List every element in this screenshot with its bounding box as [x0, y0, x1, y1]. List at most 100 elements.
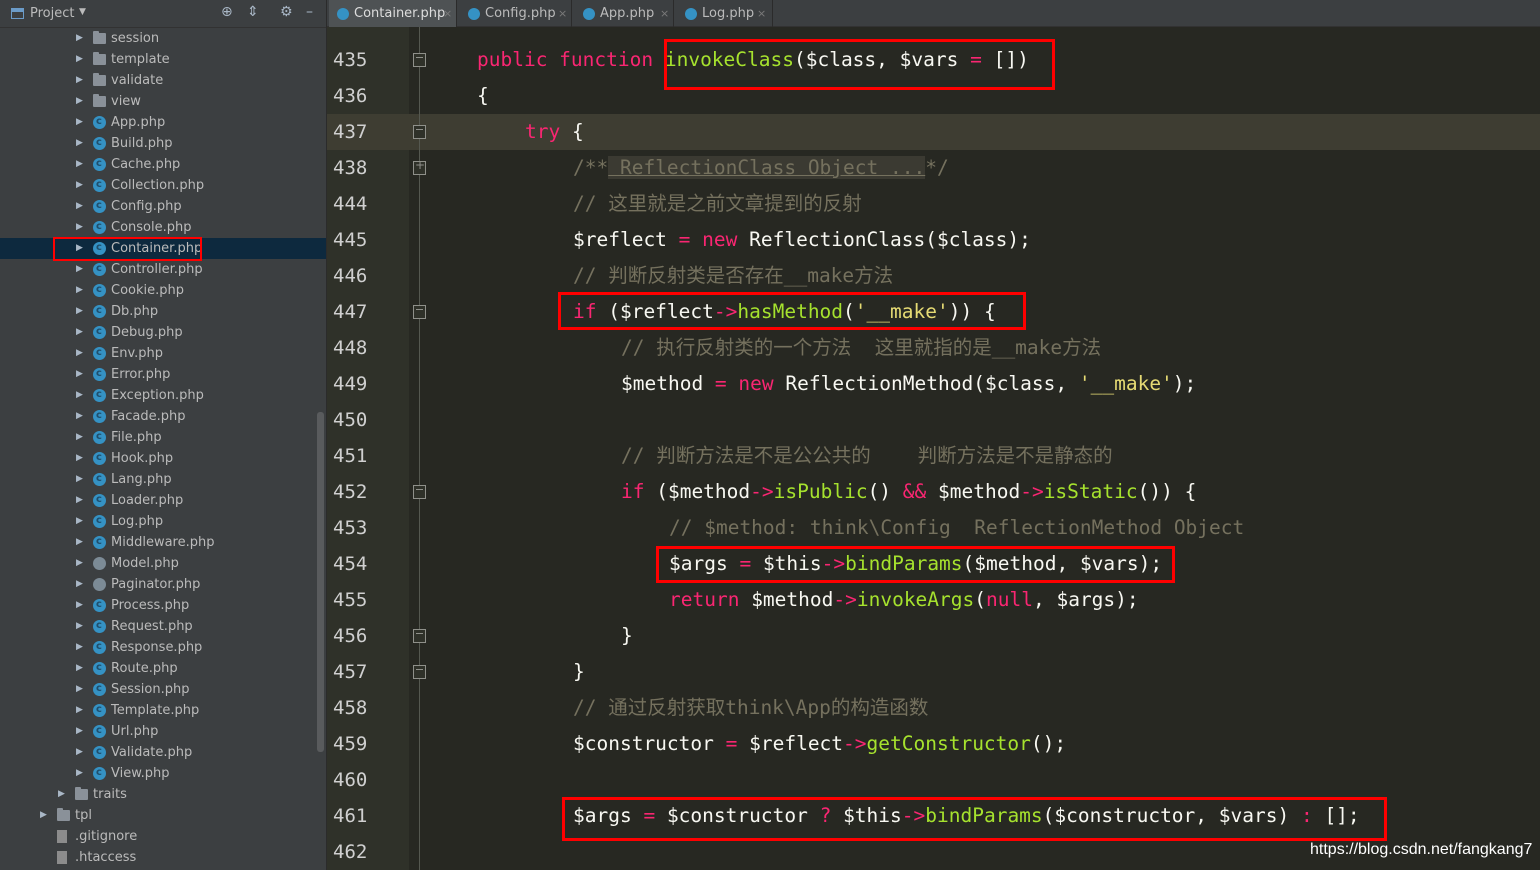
expand-arrow-icon[interactable]: ▶	[40, 805, 47, 826]
expand-arrow-icon[interactable]: ▶	[76, 406, 83, 427]
expand-arrow-icon[interactable]: ▶	[76, 553, 83, 574]
tree-item[interactable]: ▶ Url.php	[0, 720, 326, 742]
expand-arrow-icon[interactable]: ▶	[58, 784, 65, 805]
tree-item[interactable]: ▶ validate	[0, 70, 326, 91]
tree-item[interactable]: ▶ view	[0, 91, 326, 112]
code-line[interactable]: // 这里就是之前文章提到的反射	[573, 186, 862, 222]
expand-arrow-icon[interactable]: ▶	[76, 154, 83, 175]
code-line[interactable]: {	[477, 78, 489, 114]
tree-item[interactable]: ▶ Cookie.php	[0, 279, 326, 301]
close-icon[interactable]: ×	[660, 0, 669, 27]
code-line[interactable]: // 判断反射类是否存在__make方法	[573, 258, 893, 294]
code-line[interactable]: // 执行反射类的一个方法 这里就指的是__make方法	[621, 330, 1101, 366]
tree-item[interactable]: ▶ Console.php	[0, 216, 326, 238]
expand-arrow-icon[interactable]: ▶	[76, 196, 83, 217]
tree-item[interactable]: ▶ tpl	[0, 805, 326, 826]
collapse-fold-icon[interactable]	[413, 305, 426, 319]
tree-item[interactable]: ▶ Collection.php	[0, 174, 326, 196]
tree-item[interactable]: ▶ Paginator.php	[0, 574, 326, 595]
expand-arrow-icon[interactable]: ▶	[76, 490, 83, 511]
expand-arrow-icon[interactable]: ▶	[76, 427, 83, 448]
expand-fold-icon[interactable]	[413, 158, 426, 175]
collapse-fold-icon[interactable]	[413, 485, 426, 499]
expand-arrow-icon[interactable]: ▶	[76, 133, 83, 154]
tree-item[interactable]: ▶ Middleware.php	[0, 531, 326, 553]
close-icon[interactable]: ×	[443, 0, 452, 27]
tab-config-php[interactable]: Config.php ×	[460, 0, 572, 27]
expand-arrow-icon[interactable]: ▶	[76, 364, 83, 385]
tree-item[interactable]: ▶ Config.php	[0, 195, 326, 217]
expand-arrow-icon[interactable]: ▶	[76, 574, 83, 595]
tree-item[interactable]: ▶ Template.php	[0, 699, 326, 721]
code-line[interactable]: return $method->invokeArgs(null, $args);	[669, 582, 1139, 618]
tree-item[interactable]: ▶ Route.php	[0, 657, 326, 679]
tree-item[interactable]: .htaccess	[0, 847, 326, 868]
tree-item[interactable]: ▶ Response.php	[0, 636, 326, 658]
expand-arrow-icon[interactable]: ▶	[76, 679, 83, 700]
tree-item[interactable]: ▶ Process.php	[0, 594, 326, 616]
project-view-selector[interactable]: Project	[30, 6, 74, 21]
tab-container-php[interactable]: Container.php ×	[329, 0, 457, 27]
code-line[interactable]: if ($method->isPublic() && $method->isSt…	[621, 474, 1196, 510]
code-line[interactable]: try {	[525, 114, 584, 150]
collapse-fold-icon[interactable]	[413, 53, 426, 67]
expand-arrow-icon[interactable]: ▶	[76, 301, 83, 322]
tab-log-php[interactable]: Log.php ×	[677, 0, 773, 27]
code-line[interactable]: // 判断方法是不是公公共的 判断方法是不是静态的	[621, 438, 1113, 474]
tree-item[interactable]: ▶ Model.php	[0, 553, 326, 574]
expand-arrow-icon[interactable]: ▶	[76, 532, 83, 553]
collapse-fold-icon[interactable]	[413, 665, 426, 679]
tree-item[interactable]: ▶ View.php	[0, 762, 326, 784]
tree-item[interactable]: ▶ Facade.php	[0, 405, 326, 427]
tree-item[interactable]: ▶ Error.php	[0, 363, 326, 385]
expand-arrow-icon[interactable]: ▶	[76, 700, 83, 721]
expand-arrow-icon[interactable]: ▶	[76, 511, 83, 532]
tree-item[interactable]: .gitignore	[0, 826, 326, 847]
code-line[interactable]: $method = new ReflectionMethod($class, '…	[621, 366, 1196, 402]
tree-item[interactable]: ▶ traits	[0, 784, 326, 805]
expand-arrow-icon[interactable]: ▶	[76, 385, 83, 406]
expand-arrow-icon[interactable]: ▶	[76, 259, 83, 280]
expand-arrow-icon[interactable]: ▶	[76, 70, 83, 91]
code-line[interactable]: }	[573, 654, 585, 690]
expand-arrow-icon[interactable]: ▶	[76, 448, 83, 469]
code-line[interactable]: $reflect = new ReflectionClass($class);	[573, 222, 1031, 258]
tab-app-php[interactable]: App.php ×	[575, 0, 674, 27]
locate-icon[interactable]: ⊕	[221, 4, 233, 20]
tree-item[interactable]: ▶ Hook.php	[0, 447, 326, 469]
tree-item[interactable]: ▶ Cache.php	[0, 153, 326, 175]
tree-item[interactable]: ▶ Db.php	[0, 300, 326, 322]
collapse-fold-icon[interactable]	[413, 629, 426, 643]
hide-panel-icon[interactable]: –	[306, 4, 313, 20]
tree-item[interactable]: ▶ Loader.php	[0, 489, 326, 511]
tree-item[interactable]: ▶ Request.php	[0, 615, 326, 637]
expand-arrow-icon[interactable]: ▶	[76, 217, 83, 238]
code-line[interactable]: /** ReflectionClass Object ...*/	[573, 150, 949, 186]
expand-arrow-icon[interactable]: ▶	[76, 28, 83, 49]
tree-item[interactable]: ▶ session	[0, 28, 326, 49]
expand-arrow-icon[interactable]: ▶	[76, 175, 83, 196]
code-line[interactable]: $constructor = $reflect->getConstructor(…	[573, 726, 1066, 762]
code-line[interactable]: // $method: think\Config ReflectionMetho…	[669, 510, 1244, 546]
expand-arrow-icon[interactable]: ▶	[76, 658, 83, 679]
tree-item[interactable]: ▶ Controller.php	[0, 258, 326, 280]
expand-arrow-icon[interactable]: ▶	[76, 322, 83, 343]
expand-arrow-icon[interactable]: ▶	[76, 742, 83, 763]
tree-item[interactable]: ▶ Validate.php	[0, 741, 326, 763]
expand-arrow-icon[interactable]: ▶	[76, 112, 83, 133]
close-icon[interactable]: ×	[757, 0, 766, 27]
tree-item[interactable]: ▶ Env.php	[0, 342, 326, 364]
expand-arrow-icon[interactable]: ▶	[76, 595, 83, 616]
expand-arrow-icon[interactable]: ▶	[76, 637, 83, 658]
code-line[interactable]: }	[621, 618, 633, 654]
gear-icon[interactable]: ⚙	[280, 4, 293, 20]
tree-item[interactable]: ▶ Build.php	[0, 132, 326, 154]
expand-arrow-icon[interactable]: ▶	[76, 280, 83, 301]
expand-arrow-icon[interactable]: ▶	[76, 91, 83, 112]
tree-item[interactable]: ▶ Session.php	[0, 678, 326, 700]
collapse-all-icon[interactable]: ⇕	[247, 4, 259, 20]
expand-arrow-icon[interactable]: ▶	[76, 49, 83, 70]
expand-arrow-icon[interactable]: ▶	[76, 763, 83, 784]
expand-arrow-icon[interactable]: ▶	[76, 616, 83, 637]
close-icon[interactable]: ×	[558, 0, 567, 27]
